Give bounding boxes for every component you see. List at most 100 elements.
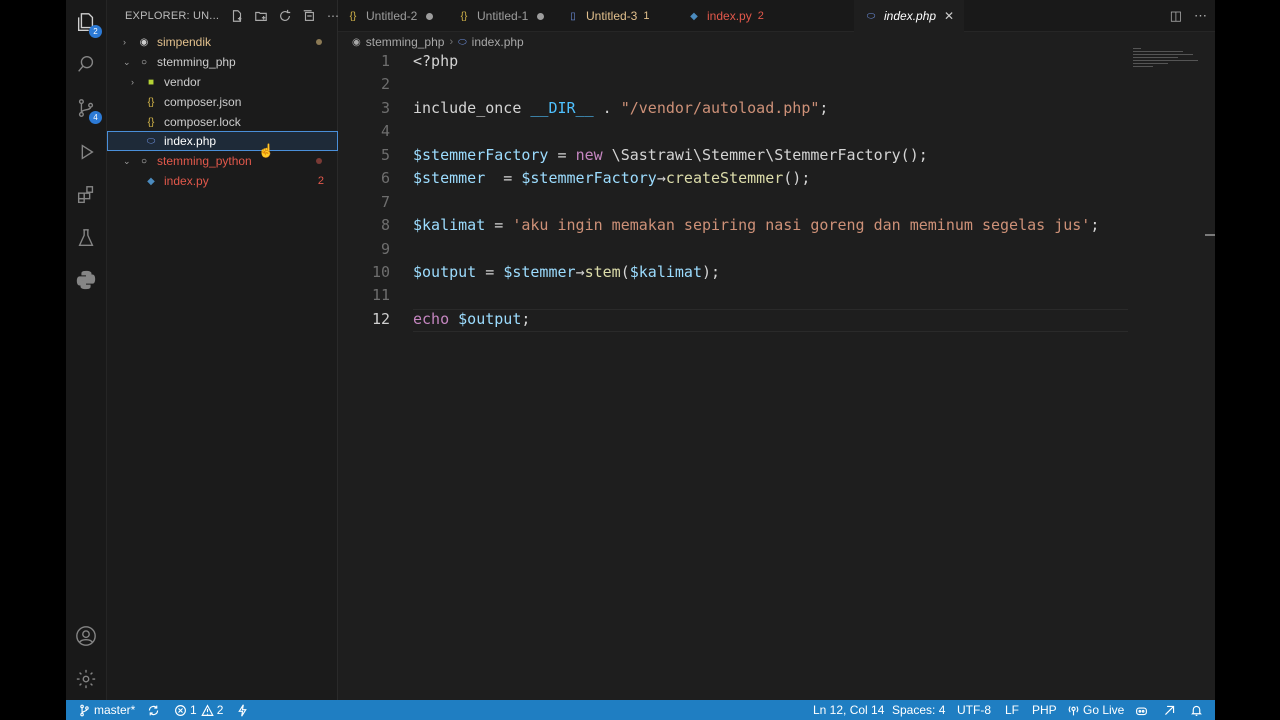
close-icon[interactable]: ✕ — [944, 9, 954, 23]
language-mode[interactable]: PHP — [1032, 700, 1057, 720]
tree-item-vendor[interactable]: › ■ vendor — [107, 72, 338, 92]
breadcrumb-file[interactable]: index.php — [472, 35, 524, 49]
line-number: 8 — [380, 216, 390, 234]
code-token: $stemmer — [503, 263, 576, 281]
tab-untitled-2[interactable]: {} Untitled-2 — [346, 0, 434, 32]
code-token: \Sastrawi\Stemmer\StemmerFactory(); — [602, 146, 928, 164]
code-line-6: $stemmer = $stemmerFactory→createStemmer… — [413, 169, 810, 187]
line-ending[interactable]: LF — [1005, 700, 1019, 720]
new-folder-icon[interactable] — [253, 8, 269, 24]
json-icon: {} — [349, 10, 357, 22]
code-token: ; — [819, 99, 829, 117]
code-token: ; — [521, 310, 531, 328]
tree-label: stemming_php — [157, 55, 236, 69]
collapse-all-icon[interactable] — [301, 8, 317, 24]
repo-circle-icon: ◉ — [352, 36, 361, 48]
tree-item-stemming-python[interactable]: ⌄ ○ stemming_python — [107, 151, 338, 171]
warning-count: 2 — [216, 703, 224, 717]
encoding[interactable]: UTF-8 — [957, 700, 991, 720]
tree-label: composer.lock — [164, 115, 241, 129]
cursor-position[interactable]: Ln 12, Col 14 — [813, 700, 884, 720]
tree-item-index-py[interactable]: ◆ index.py 2 — [107, 171, 338, 191]
tab-index-php[interactable]: ⬭ index.php ✕ — [854, 0, 965, 32]
breadcrumb-folder[interactable]: stemming_php — [366, 35, 445, 49]
code-token: = — [485, 216, 513, 234]
copilot-icon[interactable] — [1135, 700, 1148, 720]
run-debug-icon[interactable] — [74, 140, 98, 164]
mouse-cursor-icon: ☝ — [258, 143, 275, 158]
code-token: $kalimat — [629, 263, 702, 281]
php-icon: ⬭ — [866, 10, 876, 22]
indentation[interactable]: Spaces: 4 — [892, 700, 945, 720]
tree-label: composer.json — [164, 95, 242, 109]
tree-label: stemming_python — [157, 154, 252, 168]
source-control-icon[interactable]: 4 — [74, 96, 102, 124]
code-editor[interactable]: 1 2 3 4 5 6 7 8 9 10 11 12 <?php include… — [338, 52, 1215, 700]
explorer-sidebar: EXPLORER: UN... ⋯ › ◉ simpendik ⌄ ○ stem… — [107, 0, 339, 700]
tree-label: index.py — [164, 174, 209, 188]
warning-icon — [200, 703, 214, 716]
chevron-down-icon: ⌄ — [123, 155, 131, 166]
problems-status[interactable]: 1 2 — [174, 700, 223, 720]
testing-icon[interactable] — [74, 226, 98, 250]
sync-icon[interactable] — [147, 700, 160, 720]
branch-status[interactable]: master* — [78, 700, 135, 720]
extensions-icon[interactable] — [74, 183, 98, 207]
code-token: → — [656, 169, 666, 187]
feedback-icon[interactable] — [1163, 700, 1176, 720]
line-number: 2 — [380, 75, 390, 93]
search-icon[interactable] — [74, 52, 98, 76]
code-line-10: $output = $stemmer→stem($kalimat); — [413, 263, 720, 281]
folder-icon: ■ — [147, 76, 155, 88]
code-token: $stemmerFactory — [521, 169, 657, 187]
refresh-icon[interactable] — [277, 8, 293, 24]
new-file-icon[interactable] — [229, 8, 245, 24]
line-number: 1 — [380, 52, 390, 70]
vertical-scrollbar[interactable] — [1205, 234, 1215, 236]
code-token: $output — [413, 263, 477, 281]
minimap[interactable] — [1133, 48, 1203, 78]
tab-untitled-1[interactable]: {} Untitled-1 — [457, 0, 545, 32]
tree-item-composer-json[interactable]: {} composer.json — [107, 92, 338, 112]
status-bar: master* 1 2 Ln 12, Col 14 Spaces: 4 UTF-… — [66, 700, 1215, 720]
python-icon[interactable] — [74, 268, 98, 292]
breadcrumb: ◉ stemming_php › ⬭ index.php — [352, 33, 524, 51]
lightning-icon[interactable] — [236, 700, 249, 720]
editor-tabs: {} Untitled-2 {} Untitled-1 ▯ Untitled-3… — [338, 0, 1215, 32]
line-number: 4 — [380, 122, 390, 140]
explorer-title: EXPLORER: UN... — [125, 10, 220, 22]
code-token: $stemmerFactory — [413, 146, 549, 164]
tab-untitled-3[interactable]: ▯ Untitled-3 1 — [566, 0, 649, 32]
unsaved-dot-icon[interactable] — [426, 12, 434, 20]
tree-item-stemming-php[interactable]: ⌄ ○ stemming_php — [107, 52, 338, 72]
code-token: = — [476, 263, 504, 281]
error-count: 1 — [190, 703, 197, 717]
explorer-icon[interactable]: 2 — [74, 10, 102, 38]
notifications-bell-icon[interactable] — [1190, 700, 1203, 720]
chevron-down-icon: ⌄ — [123, 56, 131, 67]
go-live-button[interactable]: Go Live — [1067, 700, 1124, 720]
account-icon[interactable] — [74, 624, 98, 648]
tab-label: Untitled-1 — [477, 9, 529, 23]
tree-item-index-php[interactable]: ⬭ index.php — [107, 131, 338, 151]
more-actions-icon[interactable]: ⋯ — [1194, 8, 1207, 24]
line-number: 6 — [380, 169, 390, 187]
json-icon: {} — [147, 116, 155, 128]
code-token: stem — [584, 263, 621, 281]
tab-index-py[interactable]: ◆ index.py 2 — [687, 0, 764, 32]
tree-item-simpendik[interactable]: › ◉ simpendik — [107, 32, 338, 52]
settings-gear-icon[interactable] — [74, 667, 98, 691]
code-token: ; — [1090, 216, 1100, 234]
code-token: → — [575, 263, 585, 281]
tree-label: simpendik — [157, 35, 212, 49]
tab-label: index.py — [707, 9, 752, 23]
python-file-icon: ◆ — [147, 175, 155, 187]
tree-item-composer-lock[interactable]: {} composer.lock — [107, 112, 338, 132]
code-token: <?php — [413, 52, 459, 70]
code-line-5: $stemmerFactory = new \Sastrawi\Stemmer\… — [413, 146, 928, 164]
code-line-8: $kalimat = 'aku ingin memakan sepiring n… — [413, 216, 1099, 234]
split-editor-icon[interactable]: ◫ — [1170, 8, 1182, 24]
tab-problem-count: 2 — [757, 10, 764, 22]
unsaved-dot-icon[interactable] — [537, 12, 545, 20]
